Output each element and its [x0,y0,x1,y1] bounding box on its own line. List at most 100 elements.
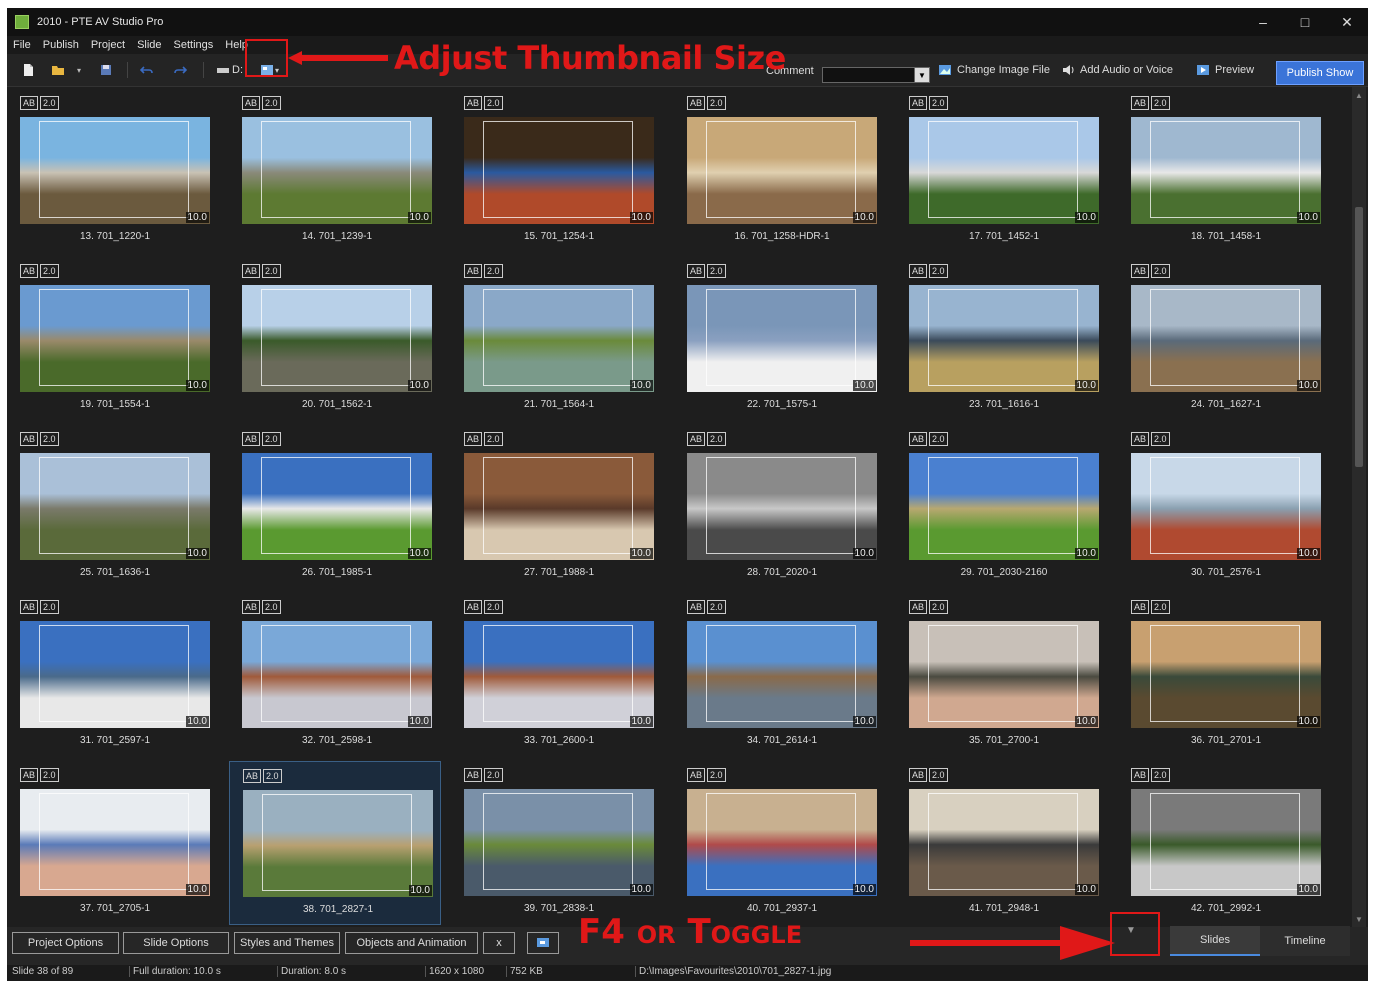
slide-thumbnail[interactable]: AB 2.0 10.0 20. 701_1562-1 [229,257,441,421]
slide-image[interactable]: 10.0 [687,285,877,392]
slide-thumbnail[interactable]: AB 2.0 10.0 21. 701_1564-1 [451,257,663,421]
publish-show-button[interactable]: Publish Show [1276,61,1364,85]
slide-thumbnail[interactable]: AB 2.0 10.0 42. 701_2992-1 [1118,761,1330,925]
slide-thumbnail[interactable]: AB 2.0 10.0 33. 701_2600-1 [451,593,663,757]
scrollbar-thumb[interactable] [1355,207,1363,467]
slide-thumbnail[interactable]: AB 2.0 10.0 19. 701_1554-1 [7,257,219,421]
objects-animation-button[interactable]: Objects and Animation [345,932,478,954]
slide-thumbnail[interactable]: AB 2.0 10.0 38. 701_2827-1 [229,761,441,925]
slide-image[interactable]: 10.0 [20,621,210,728]
slide-image[interactable]: 10.0 [909,621,1099,728]
slide-image[interactable]: 10.0 [20,285,210,392]
slide-thumbnail[interactable]: AB 2.0 10.0 22. 701_1575-1 [674,257,886,421]
drive-selector[interactable]: D: [216,62,243,78]
slide-image[interactable]: 10.0 [464,285,654,392]
slide-thumbnail[interactable]: AB 2.0 10.0 34. 701_2614-1 [674,593,886,757]
slide-thumbnail[interactable]: AB 2.0 10.0 35. 701_2700-1 [896,593,1108,757]
slide-thumbnail[interactable]: AB 2.0 10.0 27. 701_1988-1 [451,425,663,589]
preview-button[interactable]: Preview [1196,62,1254,78]
slide-image[interactable]: 10.0 [20,117,210,224]
comment-dropdown-button[interactable]: ▼ [914,68,929,82]
slide-badges: AB 2.0 [242,432,281,446]
slide-thumbnail[interactable]: AB 2.0 10.0 14. 701_1239-1 [229,89,441,253]
menu-project[interactable]: Project [85,39,131,51]
slide-image[interactable]: 10.0 [687,621,877,728]
x-button[interactable]: x [483,932,515,954]
maximize-button[interactable]: □ [1284,8,1326,36]
slide-image[interactable]: 10.0 [464,789,654,896]
slide-thumbnail[interactable]: AB 2.0 10.0 25. 701_1636-1 [7,425,219,589]
slide-image[interactable]: 10.0 [242,117,432,224]
scroll-down-icon[interactable]: ▼ [1352,913,1366,925]
slide-thumbnail[interactable]: AB 2.0 10.0 28. 701_2020-1 [674,425,886,589]
menu-file[interactable]: File [7,39,37,51]
slide-image[interactable]: 10.0 [687,789,877,896]
slide-options-button[interactable]: Slide Options [123,932,229,954]
slide-image[interactable]: 10.0 [464,621,654,728]
slide-image[interactable]: 10.0 [909,285,1099,392]
slide-thumbnail[interactable]: AB 2.0 10.0 29. 701_2030-2160 [896,425,1108,589]
slide-thumbnail[interactable]: AB 2.0 10.0 37. 701_2705-1 [7,761,219,925]
slide-image[interactable]: 10.0 [464,453,654,560]
slide-image[interactable]: 10.0 [242,621,432,728]
minimize-button[interactable]: – [1242,8,1284,36]
safe-frame [706,121,856,218]
slide-image[interactable]: 10.0 [687,117,877,224]
comment-input[interactable]: ▼ [822,67,930,83]
slide-image[interactable]: 10.0 [1131,453,1321,560]
redo-button[interactable] [173,62,187,78]
project-options-button[interactable]: Project Options [12,932,119,954]
slide-thumbnail[interactable]: AB 2.0 10.0 15. 701_1254-1 [451,89,663,253]
slide-image[interactable]: 10.0 [243,790,433,897]
slide-image[interactable]: 10.0 [20,789,210,896]
save-button[interactable] [99,62,113,78]
new-project-button[interactable] [21,62,35,78]
slide-image[interactable]: 10.0 [1131,789,1321,896]
slide-caption: 36. 701_2701-1 [1190,735,1262,746]
safe-frame [483,625,633,722]
slide-thumbnail[interactable]: AB 2.0 10.0 39. 701_2838-1 [451,761,663,925]
slide-thumbnail[interactable]: AB 2.0 10.0 41. 701_2948-1 [896,761,1108,925]
slide-thumbnail[interactable]: AB 2.0 10.0 13. 701_1220-1 [7,89,219,253]
panel-toggle-chevron-icon[interactable]: ▼ [1126,925,1136,936]
scroll-up-icon[interactable]: ▲ [1352,89,1366,101]
slide-image[interactable]: 10.0 [242,285,432,392]
slide-image[interactable]: 10.0 [242,453,432,560]
preview-small-button[interactable] [527,932,559,954]
slide-image[interactable]: 10.0 [1131,117,1321,224]
tab-timeline[interactable]: Timeline [1260,926,1350,956]
slide-thumbnail[interactable]: AB 2.0 10.0 40. 701_2937-1 [674,761,886,925]
safe-frame [39,121,189,218]
slide-thumbnail[interactable]: AB 2.0 10.0 31. 701_2597-1 [7,593,219,757]
open-project-button[interactable] [51,62,65,78]
slide-thumbnail[interactable]: AB 2.0 10.0 18. 701_1458-1 [1118,89,1330,253]
add-audio-button[interactable]: Add Audio or Voice [1061,62,1173,78]
slide-thumbnail[interactable]: AB 2.0 10.0 36. 701_2701-1 [1118,593,1330,757]
slide-image[interactable]: 10.0 [909,789,1099,896]
slide-image[interactable]: 10.0 [20,453,210,560]
slide-image[interactable]: 10.0 [1131,621,1321,728]
slide-image[interactable]: 10.0 [1131,285,1321,392]
slide-thumbnail[interactable]: AB 2.0 10.0 30. 701_2576-1 [1118,425,1330,589]
tab-slides[interactable]: Slides [1170,926,1260,956]
menu-publish[interactable]: Publish [37,39,85,51]
slide-image[interactable]: 10.0 [687,453,877,560]
slide-thumbnail[interactable]: AB 2.0 10.0 16. 701_1258-HDR-1 [674,89,886,253]
slide-image[interactable]: 10.0 [909,453,1099,560]
slide-thumbnail[interactable]: AB 2.0 10.0 24. 701_1627-1 [1118,257,1330,421]
styles-themes-button[interactable]: Styles and Themes [234,932,340,954]
slide-image[interactable]: 10.0 [909,117,1099,224]
slide-thumbnail[interactable]: AB 2.0 10.0 23. 701_1616-1 [896,257,1108,421]
slide-thumbnail[interactable]: AB 2.0 10.0 17. 701_1452-1 [896,89,1108,253]
menu-slide[interactable]: Slide [131,39,167,51]
menu-settings[interactable]: Settings [168,39,220,51]
slide-image[interactable]: 10.0 [464,117,654,224]
close-button[interactable]: ✕ [1326,8,1368,36]
slide-thumbnail[interactable]: AB 2.0 10.0 26. 701_1985-1 [229,425,441,589]
undo-button[interactable] [140,62,154,78]
open-recent-dropdown[interactable]: ▾ [77,62,81,78]
slide-caption: 34. 701_2614-1 [746,735,818,746]
vertical-scrollbar[interactable]: ▲ ▼ [1352,87,1366,927]
slide-thumbnail[interactable]: AB 2.0 10.0 32. 701_2598-1 [229,593,441,757]
change-image-button[interactable]: Change Image File [938,62,1050,78]
